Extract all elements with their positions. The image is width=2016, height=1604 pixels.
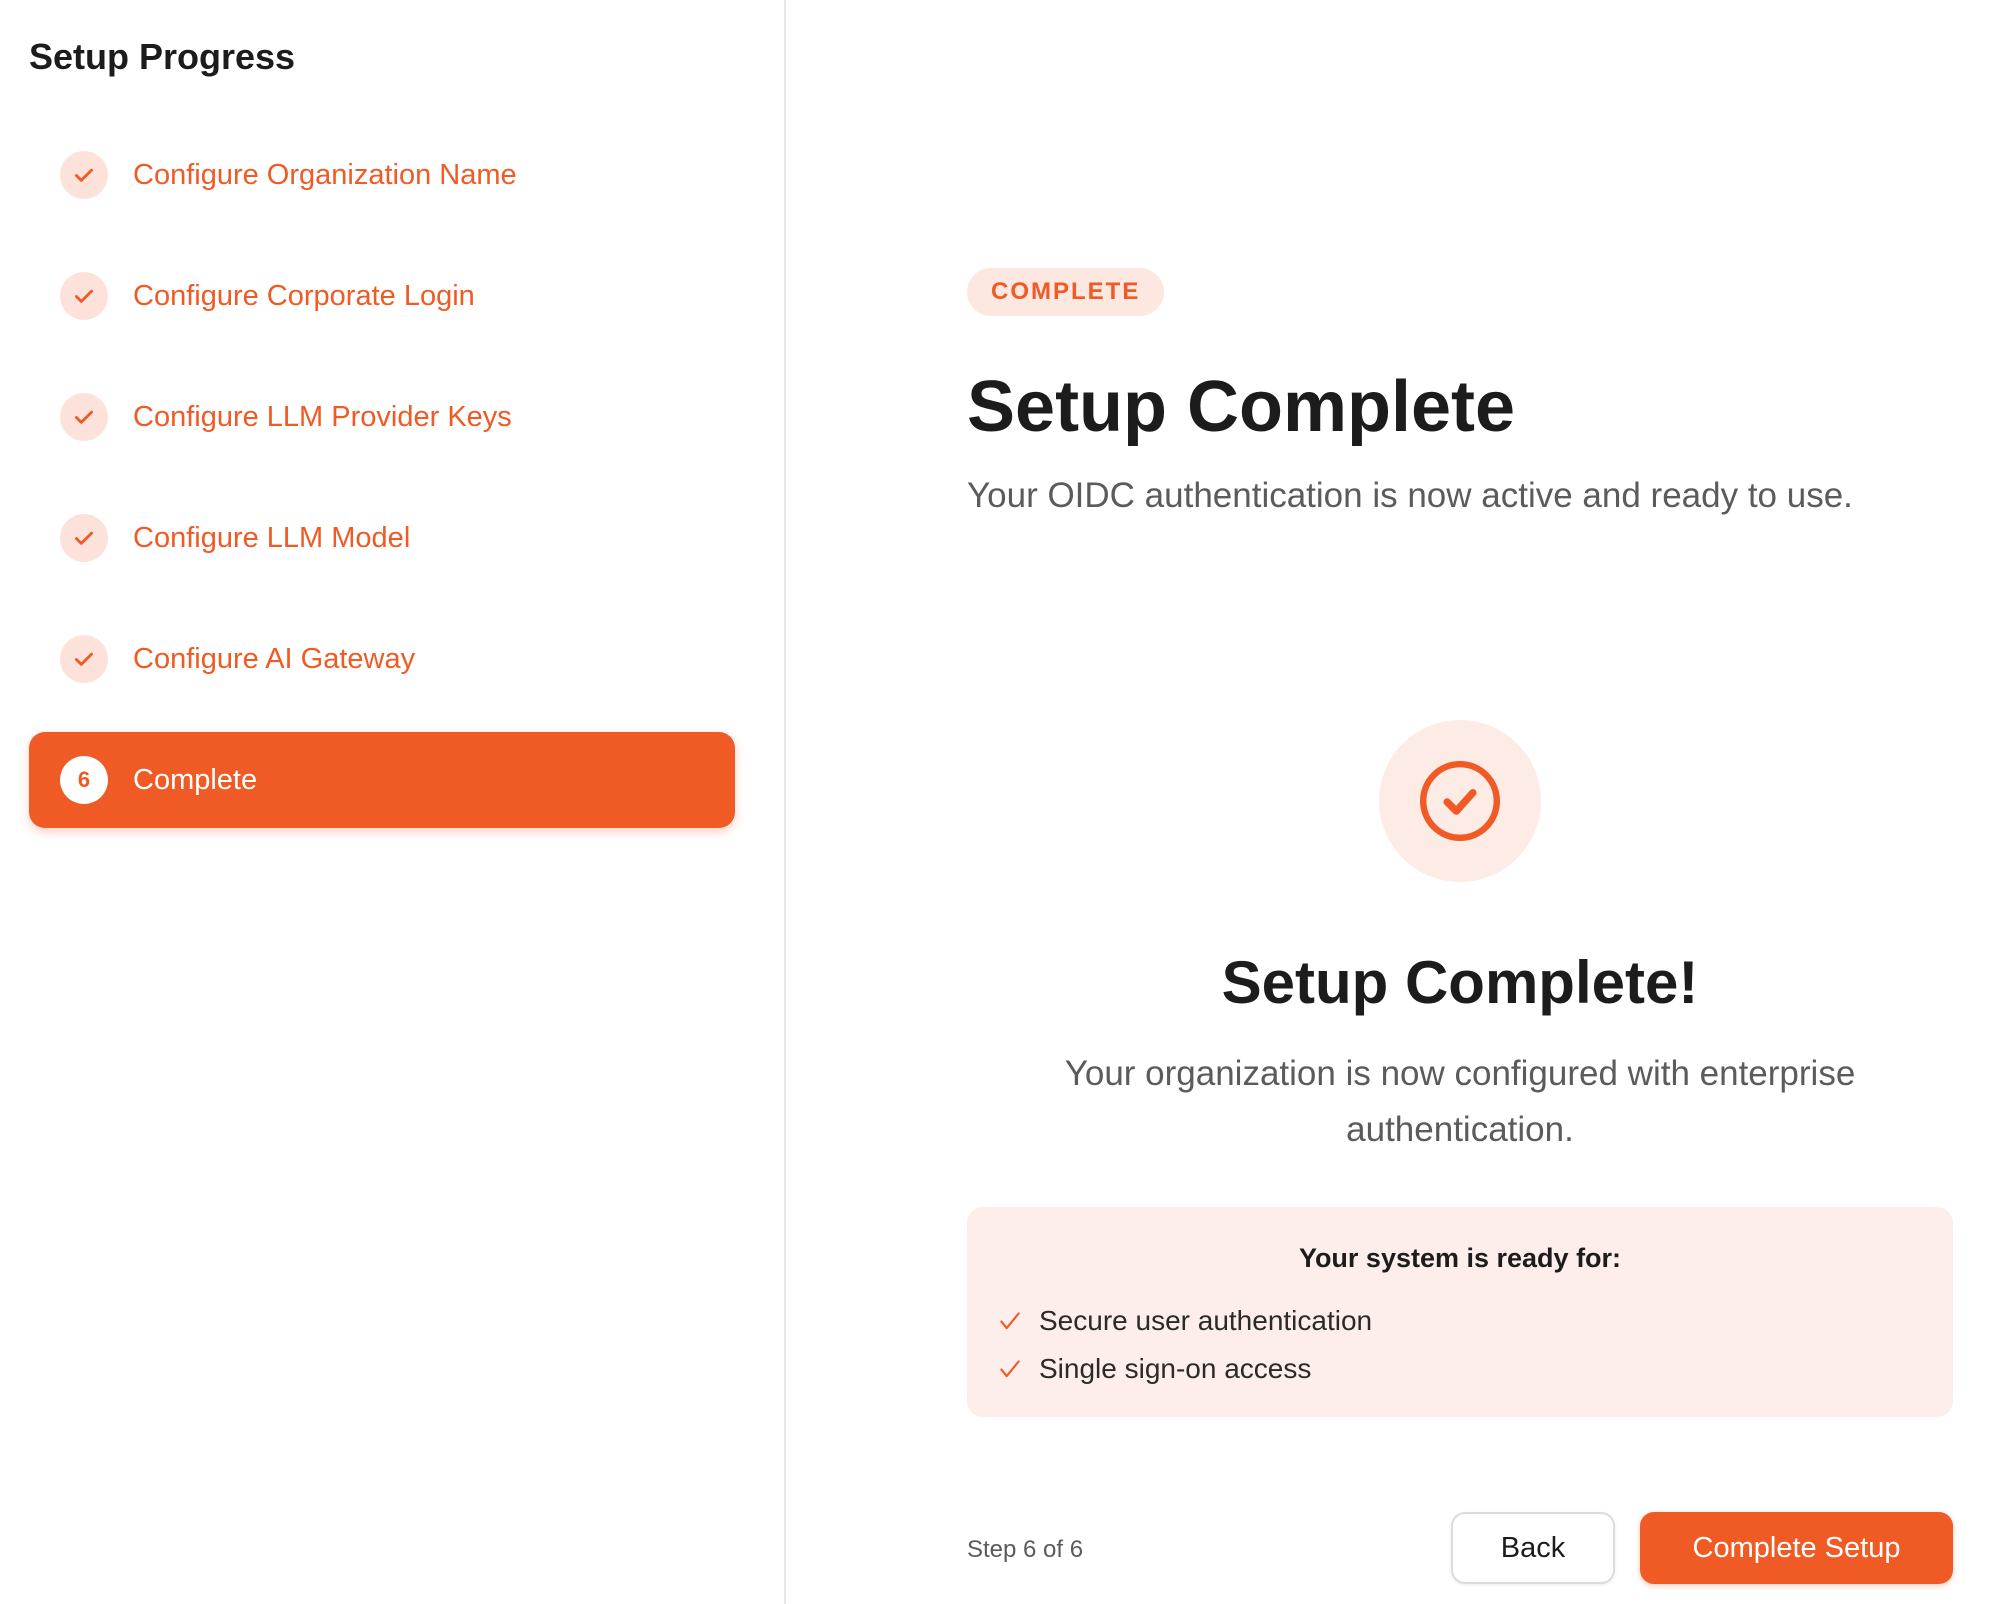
step-label: Configure LLM Model — [133, 521, 411, 554]
list-item-label: Single sign-on access — [1039, 1353, 1312, 1384]
complete-setup-button[interactable]: Complete Setup — [1640, 1512, 1953, 1584]
main-content: COMPLETE Setup Complete Your OIDC authen… — [788, 0, 2016, 1604]
ready-list: Secure user authentication Single sign-o… — [997, 1297, 1372, 1393]
setup-progress-sidebar: Setup Progress Configure Organization Na… — [0, 0, 786, 1604]
step-configure-llm-provider-keys[interactable]: Configure LLM Provider Keys — [29, 369, 735, 465]
page-title: Setup Complete — [967, 367, 1516, 447]
ready-summary-panel: Your system is ready for: Secure user au… — [967, 1207, 1953, 1417]
success-message: Your organization is now configured with… — [1064, 1054, 1856, 1149]
list-item: Single sign-on access — [997, 1345, 1372, 1393]
step-configure-corporate-login[interactable]: Configure Corporate Login — [29, 248, 735, 344]
step-counter: Step 6 of 6 — [967, 1536, 1084, 1563]
tick-icon — [1000, 1360, 1020, 1378]
success-title: Setup Complete! — [1221, 949, 1699, 1016]
sidebar-title: Setup Progress — [29, 36, 296, 77]
tick-icon — [1000, 1312, 1020, 1330]
check-circle-icon — [1379, 720, 1541, 882]
step-number-badge: 6 — [60, 756, 108, 804]
check-icon — [60, 272, 108, 320]
step-label: Complete — [133, 763, 258, 796]
status-badge: COMPLETE — [967, 268, 1165, 316]
ready-title: Your system is ready for: — [1298, 1243, 1622, 1273]
step-label: Configure Corporate Login — [133, 279, 475, 312]
check-icon — [60, 151, 108, 199]
check-icon — [60, 514, 108, 562]
step-configure-ai-gateway[interactable]: Configure AI Gateway — [29, 611, 735, 707]
list-item-label: Secure user authentication — [1039, 1305, 1373, 1336]
list-item: Secure user authentication — [997, 1297, 1372, 1345]
step-list: Configure Organization Name Configure Co… — [29, 127, 735, 853]
check-icon — [60, 635, 108, 683]
step-number: 6 — [77, 767, 91, 792]
page-subtitle: Your OIDC authentication is now active a… — [967, 476, 1853, 515]
step-configure-llm-model[interactable]: Configure LLM Model — [29, 490, 735, 586]
step-label: Configure LLM Provider Keys — [133, 400, 512, 433]
back-button[interactable]: Back — [1451, 1512, 1615, 1584]
step-label: Configure AI Gateway — [133, 642, 416, 675]
step-complete[interactable]: 6 Complete — [29, 732, 735, 828]
check-icon — [60, 393, 108, 441]
step-configure-organization-name[interactable]: Configure Organization Name — [29, 127, 735, 223]
step-label: Configure Organization Name — [133, 158, 517, 191]
